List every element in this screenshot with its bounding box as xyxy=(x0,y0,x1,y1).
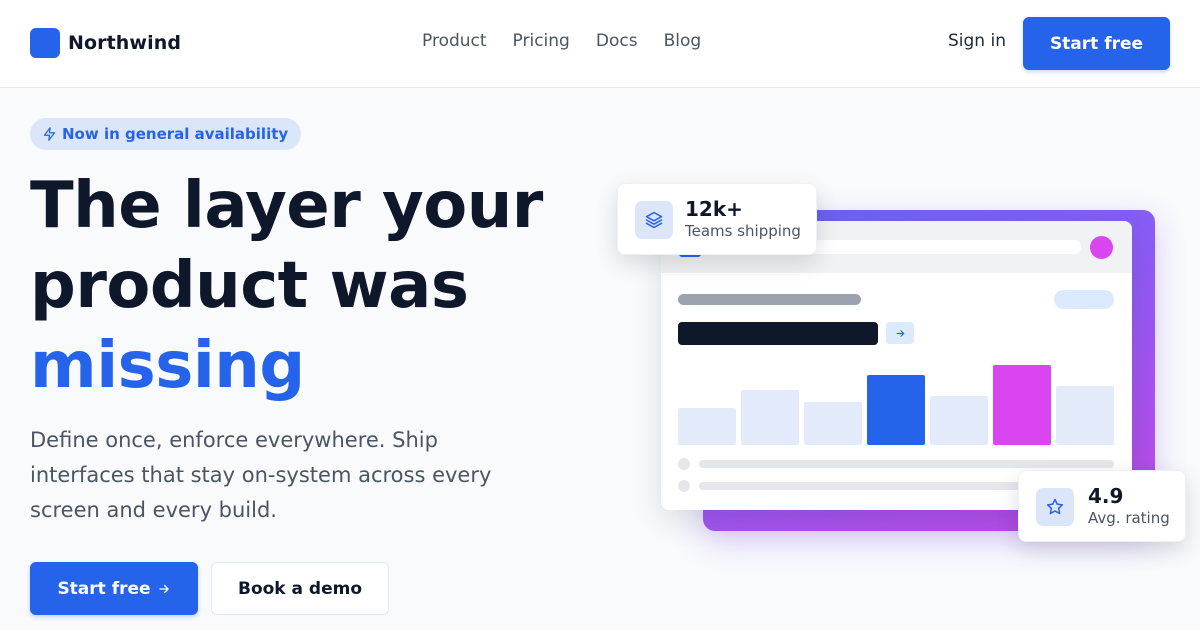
rating-stat-card: 4.9 Avg. rating xyxy=(1018,470,1186,542)
start-free-button[interactable]: Start free xyxy=(30,562,198,615)
mockup-list-dot xyxy=(678,480,690,492)
availability-badge: Now in general availability xyxy=(30,118,302,150)
rating-stat-value: 4.9 xyxy=(1088,484,1124,508)
mockup-bar xyxy=(678,408,736,445)
mockup-title-placeholder xyxy=(678,294,861,305)
teams-stat-label: Teams shipping xyxy=(685,222,801,240)
mockup-bar xyxy=(1056,386,1114,445)
bolt-icon xyxy=(43,127,56,141)
mockup-bar xyxy=(741,390,799,445)
mockup-list-line xyxy=(699,482,1029,490)
mockup-avatar xyxy=(1090,236,1113,259)
nav-link-blog[interactable]: Blog xyxy=(664,31,702,51)
hero-subtext: Define once, enforce everywhere. Ship in… xyxy=(30,428,492,522)
mockup-list-dot xyxy=(678,458,690,470)
main-nav: Product Pricing Docs Blog xyxy=(422,31,727,51)
mockup-arrow-chip xyxy=(886,322,914,344)
header-start-free-button[interactable]: Start free xyxy=(1023,17,1170,70)
hero-headline: The layer your product was missing xyxy=(30,166,590,406)
start-free-label: Start free xyxy=(57,578,151,599)
teams-stat-card: 12k+ Teams shipping xyxy=(617,183,817,255)
nav-link-product[interactable]: Product xyxy=(422,31,487,51)
mockup-list-line xyxy=(699,460,1114,468)
headline-accent: missing xyxy=(30,329,305,403)
teams-stat-value: 12k+ xyxy=(685,197,743,221)
headline-line-2: product was xyxy=(30,249,469,323)
site-header: Northwind Product Pricing Docs Blog Sign… xyxy=(0,0,1200,88)
mockup-bar xyxy=(804,402,862,445)
mockup-bar xyxy=(930,396,988,445)
mockup-bar xyxy=(867,375,925,445)
star-icon xyxy=(1036,488,1074,526)
brand-name: Northwind xyxy=(68,32,182,54)
headline-line-1: The layer your xyxy=(30,169,543,243)
nav-link-docs[interactable]: Docs xyxy=(596,31,638,51)
sign-in-link[interactable]: Sign in xyxy=(948,31,1006,51)
rating-stat-label: Avg. rating xyxy=(1088,509,1170,527)
mockup-bar xyxy=(993,365,1051,445)
mockup-pill xyxy=(1054,290,1114,309)
brand-logo[interactable]: Northwind xyxy=(30,28,181,58)
layers-icon xyxy=(635,201,673,239)
logo-mark-icon xyxy=(30,28,60,58)
book-demo-button[interactable]: Book a demo xyxy=(211,562,389,615)
badge-text: Now in general availability xyxy=(62,125,289,143)
nav-link-pricing[interactable]: Pricing xyxy=(513,31,570,51)
app-mockup xyxy=(661,221,1132,510)
mockup-dark-bar xyxy=(678,322,878,345)
arrow-right-icon xyxy=(158,584,169,593)
arrow-right-icon xyxy=(896,329,904,337)
